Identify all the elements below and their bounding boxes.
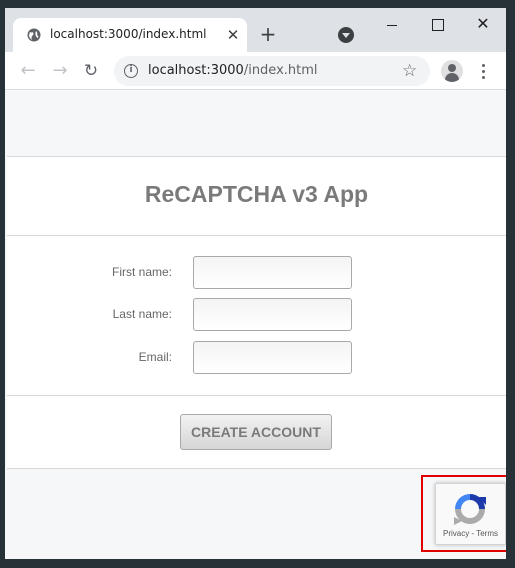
address-bar[interactable]: i localhost:3000/index.html ☆ — [114, 56, 430, 86]
new-tab-button[interactable]: + — [257, 24, 279, 46]
tab-strip: localhost:3000/index.html ✕ + ✕ — [5, 8, 506, 52]
last-name-label: Last name: — [112, 307, 172, 321]
terms-link[interactable]: Terms — [476, 529, 498, 538]
url-text[interactable]: localhost:3000/index.html — [148, 63, 318, 78]
profile-avatar-icon[interactable] — [441, 60, 463, 82]
recaptcha-badge[interactable]: Privacy - Terms — [435, 483, 506, 545]
tab-close-icon[interactable]: ✕ — [225, 27, 241, 43]
signup-card: ReCAPTCHA v3 App First name: Last name: … — [7, 156, 506, 469]
browser-window: localhost:3000/index.html ✕ + ✕ ← → ↻ i … — [5, 8, 506, 559]
divider — [7, 235, 506, 236]
recaptcha-logo-icon — [454, 494, 486, 525]
window-close-button[interactable]: ✕ — [460, 8, 506, 42]
globe-icon — [27, 28, 41, 42]
maximize-button[interactable] — [414, 8, 460, 42]
browser-toolbar: ← → ↻ i localhost:3000/index.html ☆ — [5, 52, 506, 90]
divider — [7, 395, 506, 396]
first-name-input[interactable] — [193, 256, 352, 289]
recaptcha-links: Privacy - Terms — [436, 529, 505, 538]
info-icon[interactable]: i — [124, 64, 138, 78]
tab-search-button[interactable] — [338, 27, 354, 43]
email-row: Email: — [7, 341, 506, 375]
last-name-row: Last name: — [7, 298, 506, 332]
tab-title: localhost:3000/index.html — [50, 27, 207, 41]
back-arrow-icon[interactable]: ← — [17, 60, 39, 82]
last-name-input[interactable] — [193, 298, 352, 331]
browser-tab[interactable]: localhost:3000/index.html ✕ — [13, 18, 247, 52]
create-account-button[interactable]: CREATE ACCOUNT — [180, 414, 332, 450]
minimize-button[interactable] — [369, 8, 415, 42]
page-content: ReCAPTCHA v3 App First name: Last name: … — [5, 90, 506, 559]
page-title: ReCAPTCHA v3 App — [144, 181, 369, 207]
email-label: Email: — [138, 350, 172, 364]
url-path: /index.html — [243, 63, 318, 78]
kebab-menu-icon[interactable] — [475, 62, 493, 80]
forward-arrow-icon[interactable]: → — [49, 60, 71, 82]
bookmark-star-icon[interactable]: ☆ — [402, 61, 417, 81]
email-input[interactable] — [193, 341, 352, 374]
privacy-link[interactable]: Privacy — [443, 529, 469, 538]
first-name-label: First name: — [111, 265, 172, 279]
first-name-row: First name: — [7, 256, 506, 290]
reload-icon[interactable]: ↻ — [80, 60, 102, 82]
url-host: localhost:3000 — [148, 63, 244, 78]
